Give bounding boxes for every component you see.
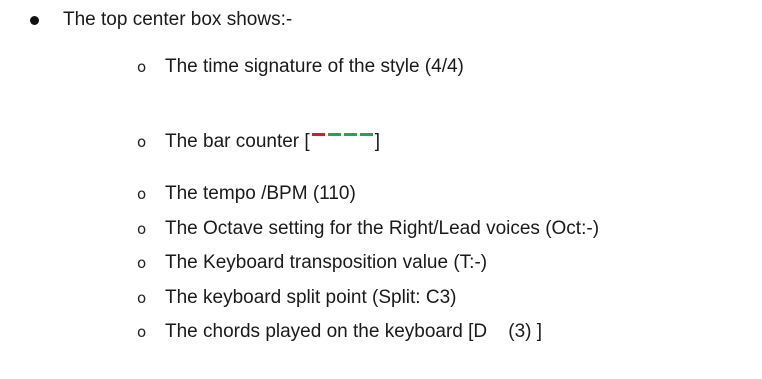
bar-counter-graphic	[311, 132, 373, 153]
sub-item-bar-counter: o The bar counter [ ]	[137, 128, 380, 156]
sub-item-text: The time signature of the style (4/4)	[165, 56, 464, 77]
bar-dash-inactive	[359, 132, 373, 136]
sub-item-text: The Keyboard transposition value (T:-)	[165, 252, 488, 273]
sub-item-text: The tempo /BPM (110)	[165, 183, 356, 204]
hollow-circle-icon: o	[137, 289, 147, 307]
hollow-circle-icon: o	[137, 323, 147, 341]
document-page: The top center box shows:- o The time si…	[0, 0, 762, 379]
sub-item-text: The Octave setting for the Right/Lead vo…	[165, 218, 600, 239]
sub-item-split-point: o The keyboard split point (Split: C3)	[137, 284, 456, 312]
sub-item-text: The keyboard split point (Split: C3)	[165, 287, 457, 308]
sub-item-chords: o The chords played on the keyboard [D (…	[137, 318, 542, 346]
sub-item-time-signature: o The time signature of the style (4/4)	[137, 53, 464, 81]
bullet-item: The top center box shows:-	[24, 6, 292, 34]
hollow-circle-icon: o	[137, 133, 147, 151]
bar-counter-prefix: The bar counter [	[165, 131, 310, 152]
hollow-circle-icon: o	[137, 254, 147, 272]
hollow-circle-icon: o	[137, 58, 147, 76]
sub-item-text: The chords played on the keyboard [D (3)…	[165, 321, 543, 342]
bullet-dot-icon	[30, 15, 39, 25]
bar-dash-active	[311, 132, 325, 136]
hollow-circle-icon: o	[137, 220, 147, 238]
bar-dash-inactive	[343, 132, 357, 136]
hollow-circle-icon: o	[137, 185, 147, 203]
sub-item-octave: o The Octave setting for the Right/Lead …	[137, 215, 599, 243]
intro-text: The top center box shows:-	[63, 9, 293, 30]
sub-item-tempo: o The tempo /BPM (110)	[137, 180, 356, 208]
bar-dash-inactive	[327, 132, 341, 136]
bar-counter-suffix: ]	[374, 131, 380, 152]
sub-item-transposition: o The Keyboard transposition value (T:-)	[137, 249, 487, 277]
